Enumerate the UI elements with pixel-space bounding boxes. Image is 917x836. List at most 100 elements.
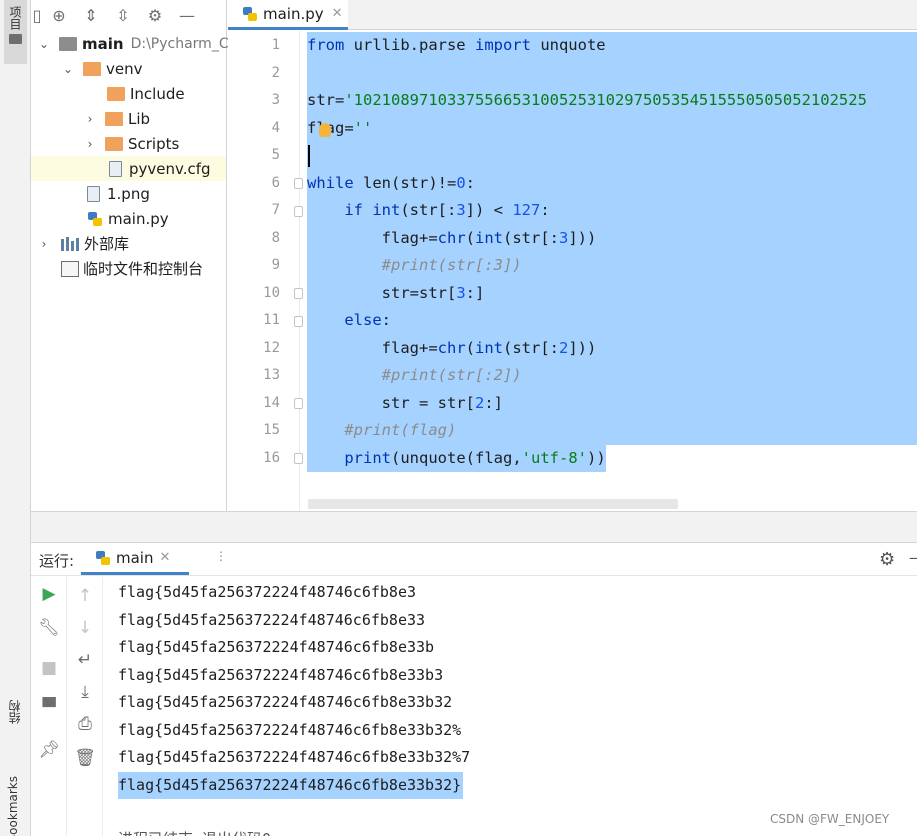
fold-marker-icon[interactable] — [294, 288, 303, 299]
structure-tab-label[interactable]: 结构 — [6, 700, 23, 724]
tab-label: main.py — [263, 4, 324, 23]
exit-message: 进程已结束,退出代码0 — [118, 826, 271, 836]
line-number: 13 — [263, 367, 280, 383]
code-line-3: str='10210897103375566531005253102975053… — [307, 87, 917, 115]
chevron-right-icon: › — [41, 236, 47, 251]
more-options-icon[interactable]: ⋮ — [215, 549, 227, 563]
tree-root[interactable]: ⌄ main D:\Pycharm_C — [37, 31, 229, 56]
code-line-5 — [307, 142, 917, 170]
folder-icon — [59, 36, 77, 51]
stop-icon[interactable]: ■ — [31, 653, 67, 683]
fold-marker-icon[interactable] — [294, 316, 303, 327]
console-line: flag{5d45fa256372224f48746c6fb8e33b3 — [118, 665, 444, 684]
text-caret — [308, 145, 310, 167]
fold-marker-icon[interactable] — [294, 453, 303, 464]
line-number: 9 — [271, 257, 280, 273]
print-icon[interactable]: ⎙ — [67, 709, 103, 739]
run-tab-main[interactable]: main ✕ — [81, 543, 189, 575]
fold-marker-icon[interactable] — [294, 398, 303, 409]
console-line: flag{5d45fa256372224f48746c6fb8e33b32 — [118, 693, 453, 711]
tree-item-png[interactable]: 1.png — [87, 181, 150, 206]
line-number: 10 — [263, 284, 280, 301]
code-line-15: #print(flag) — [307, 417, 917, 445]
tree-item-label: Scripts — [128, 134, 180, 153]
folder-icon — [107, 86, 125, 101]
layout-icon[interactable]: ▀ — [31, 693, 67, 723]
run-toolbar-primary: ▶ 🔧︎ ■ ▀ 📌︎ — [31, 577, 67, 836]
line-number: 15 — [263, 422, 280, 438]
code-line-1: from urllib.parse import unquote — [307, 32, 917, 60]
tree-item-external-libs[interactable]: › 外部库 — [37, 231, 129, 256]
tree-item-include[interactable]: Include — [107, 81, 185, 106]
tree-item-label: main.py — [108, 209, 169, 228]
tree-item-lib[interactable]: › Lib — [83, 106, 150, 131]
chevron-right-icon: › — [87, 111, 93, 126]
line-number: 2 — [271, 64, 280, 81]
arrow-down-icon[interactable]: ↓ — [67, 613, 103, 643]
trash-icon[interactable]: 🗑︎ — [67, 743, 103, 773]
tree-item-venv[interactable]: ⌄ venv — [61, 56, 143, 81]
line-number: 6 — [271, 174, 280, 191]
code-editor[interactable]: 1 2 3 4 5 6 7 8 9 10 11 12 13 14 15 16 f… — [228, 31, 917, 511]
project-toolbar: ▯ ⊕ ⇕ ⇳ ⚙ — — [31, 0, 227, 30]
run-toolbar-secondary: ↑ ↓ ↵ ⤓ ⎙ 🗑︎ — [67, 577, 103, 836]
tree-item-label: Lib — [128, 109, 151, 128]
tree-item-mainpy[interactable]: main.py — [87, 206, 169, 231]
config-file-icon — [109, 160, 122, 177]
gear-icon[interactable]: ⚙ — [879, 549, 895, 570]
tree-item-pyvenv[interactable]: pyvenv.cfg — [31, 156, 226, 181]
close-icon[interactable]: ✕ — [332, 6, 343, 21]
chevron-right-icon: › — [87, 136, 93, 151]
gear-icon[interactable]: ⚙ — [139, 0, 171, 30]
project-tool-tab[interactable]: 项目 — [4, 0, 27, 64]
folder-icon — [83, 61, 101, 76]
code-line-13: #print(str[:2]) — [307, 362, 917, 390]
code-line-14: str = str[2:] — [307, 389, 917, 417]
fold-marker-icon[interactable] — [294, 206, 303, 217]
minimize-icon[interactable]: — — [171, 0, 203, 30]
scroll-to-end-icon[interactable]: ⤓ — [67, 677, 103, 707]
bookmarks-tab-label[interactable]: Bookmarks — [6, 776, 20, 836]
line-number: 1 — [271, 37, 280, 53]
locate-icon[interactable]: ⊕ — [43, 0, 75, 30]
code-line-7: if int(str[:3]) < 127: — [307, 197, 917, 225]
line-number: 3 — [271, 92, 280, 108]
run-console[interactable]: flag{5d45fa256372224f48746c6fb8e3 flag{5… — [104, 577, 917, 836]
code-line-4: flag='' — [307, 114, 917, 142]
python-file-icon — [87, 211, 103, 227]
code-line-12: flag+=chr(int(str[:2])) — [307, 334, 917, 362]
arrow-up-icon[interactable]: ↑ — [67, 581, 103, 611]
panel-separator[interactable] — [31, 511, 917, 543]
pin-icon[interactable]: 📌︎ — [31, 735, 67, 765]
wrench-icon[interactable]: 🔧︎ — [31, 613, 67, 643]
editor-tab-bar: main.py ✕ — [228, 0, 917, 30]
collapse-all-icon[interactable]: ⇳ — [107, 0, 139, 30]
code-line-10: str=str[3:] — [307, 279, 917, 307]
line-number: 16 — [263, 449, 280, 466]
tree-item-scripts[interactable]: › Scripts — [83, 131, 180, 156]
close-icon[interactable]: ✕ — [159, 550, 170, 565]
tree-item-scratches[interactable]: 临时文件和控制台 — [61, 256, 203, 281]
tool-window-stripe: 项目 结构 Bookmarks — [0, 0, 31, 836]
run-panel-header: 运行: main ✕ ⋮ ⚙ — — [31, 543, 917, 576]
console-line-selected: flag{5d45fa256372224f48746c6fb8e33b32} — [118, 771, 464, 799]
minimize-icon[interactable]: — — [909, 548, 917, 567]
expand-all-icon[interactable]: ⇕ — [75, 0, 107, 30]
fold-marker-icon[interactable] — [294, 178, 303, 189]
line-number: 7 — [271, 202, 280, 218]
code-line-8: flag+=chr(int(str[:3])) — [307, 224, 917, 252]
console-line: flag{5d45fa256372224f48746c6fb8e3 — [118, 583, 417, 601]
rerun-icon[interactable]: ▶ — [31, 579, 67, 609]
tree-item-label: 1.png — [107, 184, 150, 203]
line-number: 5 — [271, 147, 280, 163]
project-tab-label: 项目 — [8, 6, 22, 30]
watermark: CSDN @FW_ENJOEY — [770, 812, 890, 826]
lightbulb-icon[interactable] — [319, 123, 331, 137]
tree-item-label: Include — [130, 84, 185, 103]
tab-main-py[interactable]: main.py ✕ — [228, 0, 348, 30]
horizontal-scrollbar[interactable] — [308, 499, 678, 509]
soft-wrap-icon[interactable]: ↵ — [67, 645, 103, 675]
console-line: flag{5d45fa256372224f48746c6fb8e33 — [118, 610, 426, 629]
code-line-11: else: — [307, 307, 917, 335]
console-line: flag{5d45fa256372224f48746c6fb8e33b32% — [118, 720, 462, 739]
